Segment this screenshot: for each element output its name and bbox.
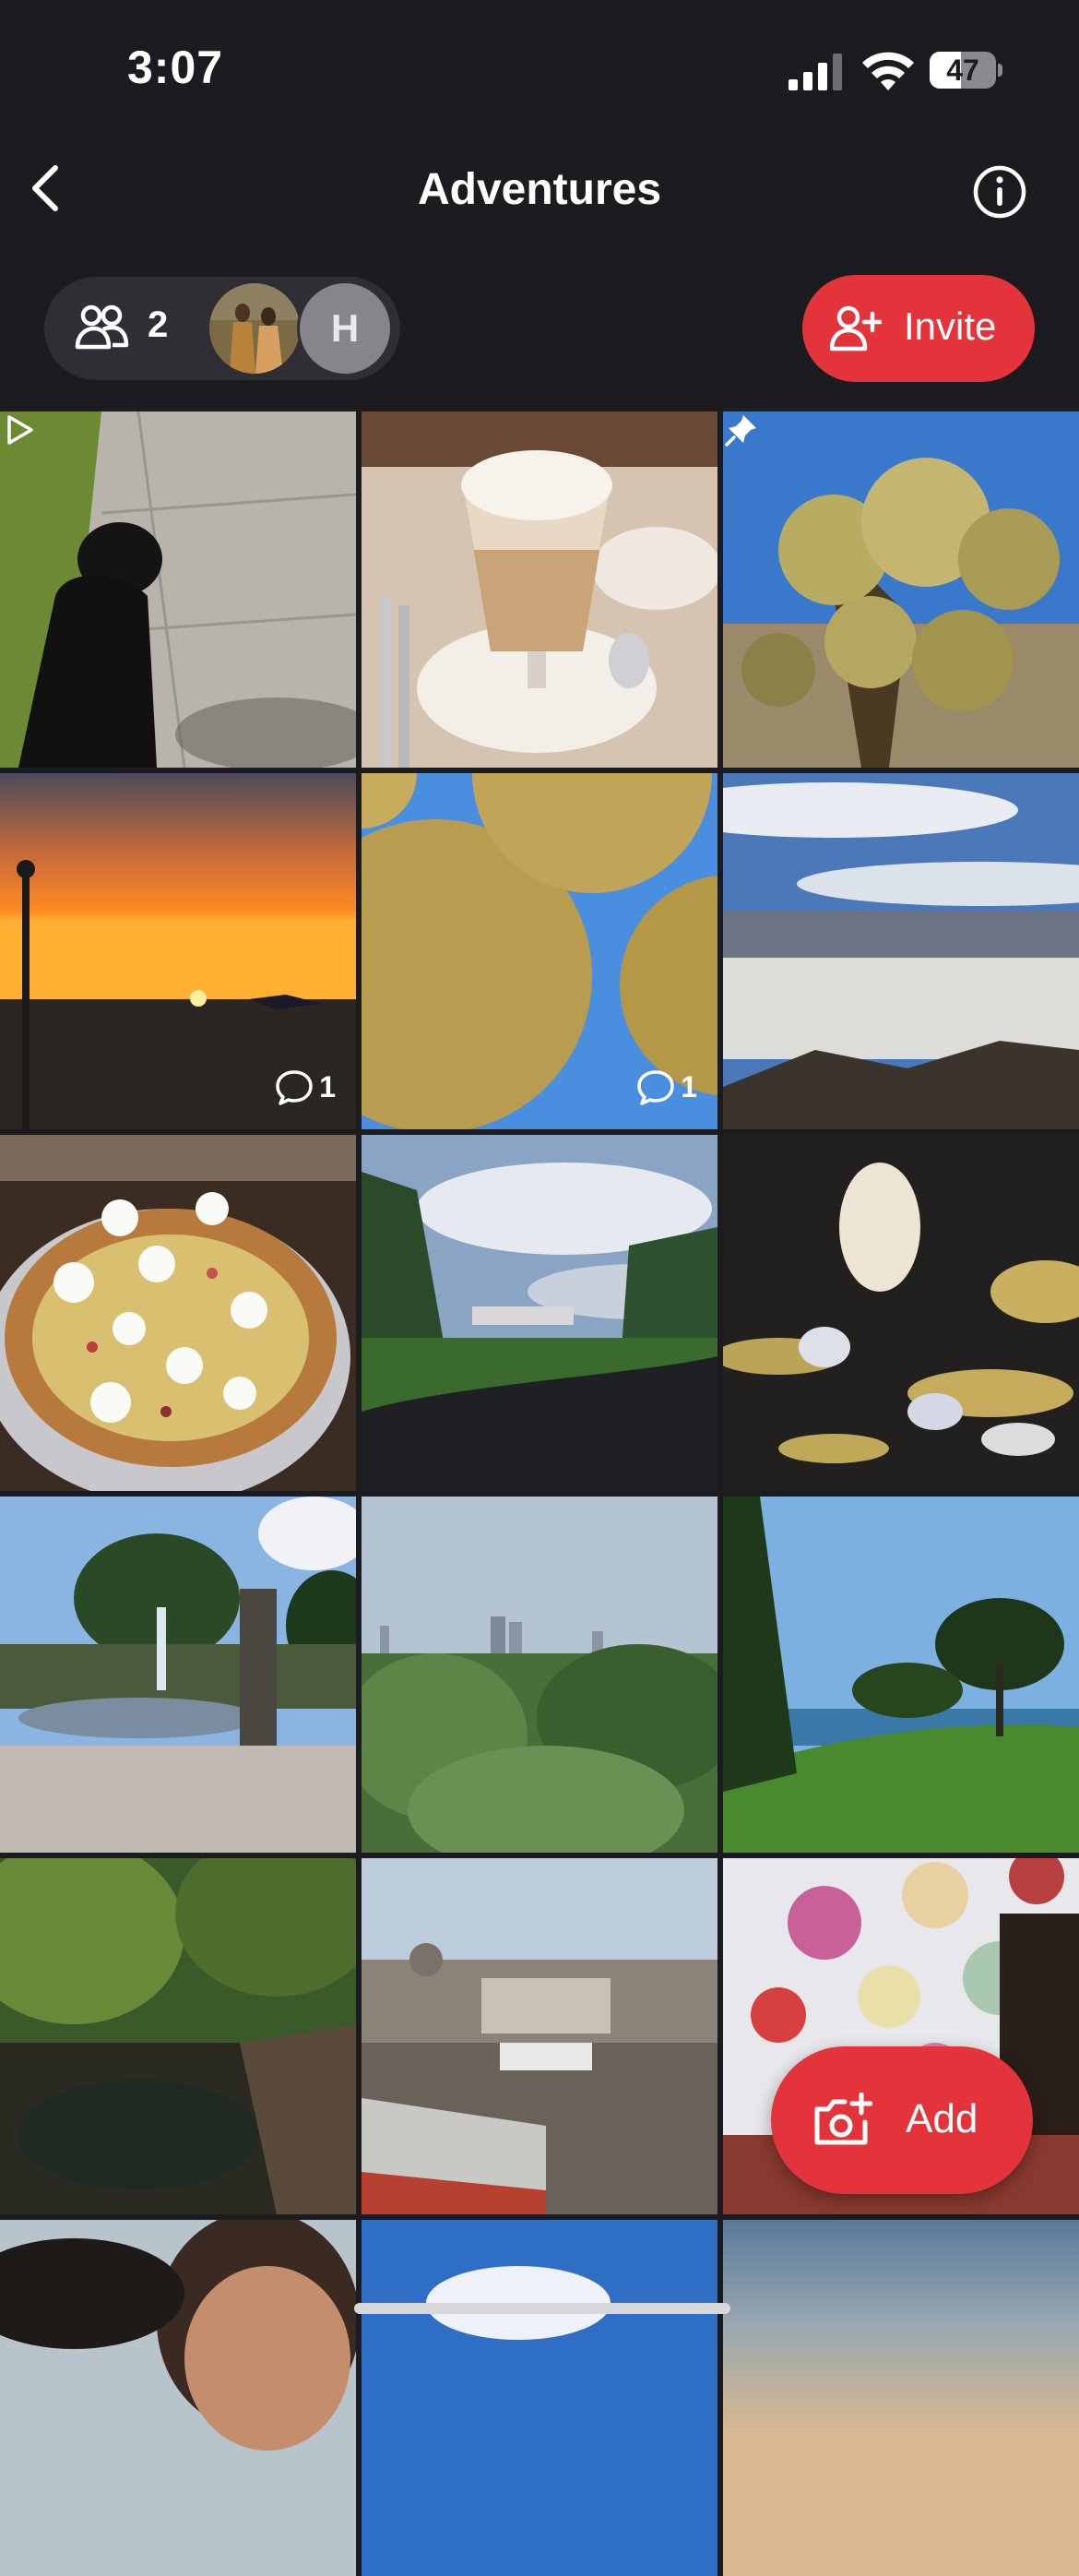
photo-tile-3[interactable]: [723, 411, 1079, 768]
page-title: Adventures: [417, 165, 662, 214]
photo-tile-12[interactable]: [723, 1497, 1079, 1853]
add-photo-button[interactable]: Add: [771, 2046, 1033, 2194]
pin-icon: [725, 415, 756, 447]
comment-badge: 1: [275, 1068, 336, 1105]
comment-count: 1: [319, 1069, 336, 1103]
photo-tile-4[interactable]: 1: [0, 773, 356, 1129]
comment-badge: 1: [636, 1068, 697, 1105]
video-play-icon: [7, 415, 33, 445]
comment-count: 1: [681, 1069, 697, 1103]
photo-tile-18[interactable]: [723, 2220, 1079, 2576]
add-person-icon: [830, 305, 882, 352]
wifi-icon: [862, 52, 914, 90]
photo-tile-8[interactable]: [362, 1135, 717, 1491]
comment-icon: [276, 1070, 313, 1105]
members-button[interactable]: 2 H: [44, 277, 400, 380]
photo-tile-5[interactable]: 1: [362, 773, 717, 1129]
photo-tile-11[interactable]: [362, 1497, 717, 1853]
status-time: 3:07: [127, 42, 224, 93]
cellular-signal-icon: [788, 54, 842, 90]
photo-tile-2[interactable]: [362, 411, 717, 768]
photo-tile-17[interactable]: [362, 2220, 717, 2576]
camera-plus-icon: [814, 2093, 872, 2145]
home-indicator: [354, 2303, 730, 2314]
members-group-icon: [75, 304, 129, 350]
info-circle-icon[interactable]: [972, 164, 1027, 220]
status-bar: 3:07 47: [0, 0, 1079, 138]
comment-icon: [637, 1070, 674, 1105]
battery-percent: 47: [946, 54, 979, 87]
photo-tile-14[interactable]: [362, 1858, 717, 2214]
avatar: [207, 280, 302, 376]
member-count: 2: [148, 304, 169, 345]
navigation-bar: Adventures: [0, 138, 1079, 240]
invite-button[interactable]: Invite: [802, 275, 1035, 382]
photo-tile-1[interactable]: [0, 411, 356, 768]
avatar-initial: H: [297, 280, 393, 376]
photo-tile-7[interactable]: [0, 1135, 356, 1491]
photo-tile-10[interactable]: [0, 1497, 356, 1853]
battery-icon: 47: [930, 52, 1003, 89]
photo-tile-6[interactable]: [723, 773, 1079, 1129]
add-label: Add: [906, 2096, 978, 2141]
photo-tile-16[interactable]: [0, 2220, 356, 2576]
photo-tile-9[interactable]: [723, 1135, 1079, 1491]
photo-tile-13[interactable]: [0, 1858, 356, 2214]
invite-label: Invite: [904, 304, 997, 348]
